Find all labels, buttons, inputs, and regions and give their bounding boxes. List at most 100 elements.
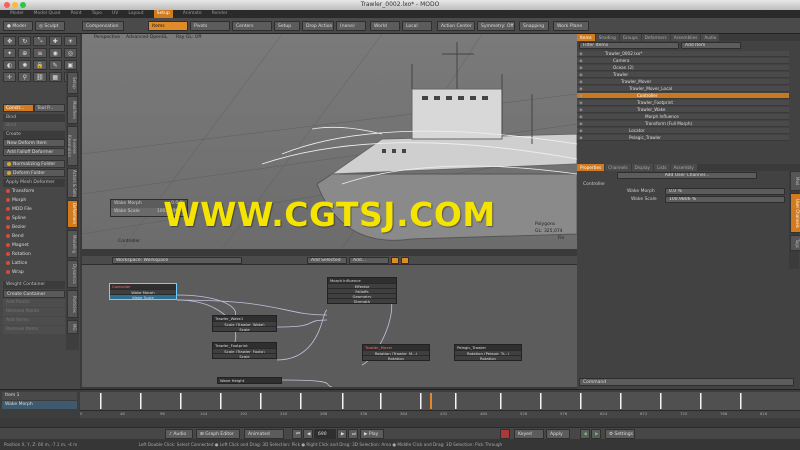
pivot-icon[interactable]: ◉	[48, 48, 62, 58]
visibility-eye-icon[interactable]: ◉	[577, 86, 585, 92]
add-node-dropdown[interactable]: Add...	[349, 257, 389, 264]
remove-points-button[interactable]: Remove Points	[3, 308, 65, 316]
node-pelagic-trawler[interactable]: Pelagic_Trawler Rotation (Pelagic_Tr...)…	[454, 344, 522, 361]
tab-display[interactable]: Display	[631, 164, 653, 171]
tab-groups[interactable]: Groups	[619, 34, 641, 41]
minimize-window-button[interactable]	[12, 2, 18, 8]
visibility-eye-icon[interactable]: ◉	[577, 107, 585, 113]
tab-tool-properties[interactable]: Tool P...	[34, 104, 65, 112]
paint-icon[interactable]: ✎	[48, 60, 62, 70]
deformer-magnet[interactable]: Magnet	[3, 242, 65, 250]
timeline-ruler[interactable]: 0 48 96 144 192 240 288 336 384 432 480 528 576 624 67…	[80, 410, 800, 418]
key-icon[interactable]: ◆	[580, 429, 590, 439]
tab-model-quad[interactable]: Model Quad	[34, 10, 61, 18]
last-frame-icon[interactable]: ⏭	[348, 429, 358, 439]
add-falloff-deformer-select[interactable]: Add Falloff Deformer	[3, 148, 65, 156]
key-forward-icon[interactable]: ▶	[591, 429, 601, 439]
track-item[interactable]: Item 1	[2, 392, 77, 400]
light-icon[interactable]: ☀	[63, 36, 77, 46]
first-frame-icon[interactable]: ⏮	[292, 429, 302, 439]
visibility-eye-icon[interactable]: ◉	[577, 72, 585, 78]
normalizing-folder-button[interactable]: Normalizing Folder	[3, 160, 65, 168]
snap-icon[interactable]: ⊕	[18, 48, 32, 58]
add-selected-button[interactable]: Add Selected	[307, 257, 347, 264]
wake-morph-field[interactable]: 0.0 %	[665, 188, 785, 195]
cube-icon[interactable]: ▣	[63, 60, 77, 70]
work-plane-menu[interactable]: Work Plane	[553, 21, 589, 31]
tab-topo[interactable]: Topo	[92, 10, 102, 18]
add-items-button[interactable]: Add Items	[3, 317, 65, 325]
tab-paint[interactable]: Paint	[70, 10, 81, 18]
align-icon[interactable]: ≡	[33, 48, 47, 58]
visibility-eye-icon[interactable]: ◉	[577, 65, 585, 71]
settings-button[interactable]: ⚙ Settings	[605, 429, 635, 439]
vtab-modeling[interactable]: Modeling	[67, 230, 78, 258]
symmetry-menu[interactable]: Symmetry: Off	[477, 21, 515, 31]
tab-shading[interactable]: Shading	[595, 34, 619, 41]
tab-model[interactable]: Model	[10, 10, 24, 18]
vtab-dynamics[interactable]: Dynamics	[67, 260, 78, 288]
schematic-options-icon[interactable]	[391, 257, 399, 264]
node-trawler-wake1[interactable]: Trawler_Wake1 Scale (Trawler_Wake) Scale	[212, 315, 277, 332]
sculpt-button[interactable]: ◎ Sculpt	[35, 21, 65, 31]
filter-items-input[interactable]: Filter Items	[579, 42, 679, 49]
item-tree-row[interactable]: ◉ Morph Influence	[577, 114, 789, 120]
animated-select[interactable]: Animated	[244, 429, 284, 439]
vtab-deformers[interactable]: Deformers	[67, 200, 78, 228]
visibility-eye-icon[interactable]: ◉	[577, 100, 585, 106]
apply-button[interactable]: Apply	[546, 429, 570, 439]
chain-icon[interactable]: ⛓	[33, 72, 47, 82]
lock-icon[interactable]: 🔒	[33, 60, 47, 70]
joint-icon[interactable]: ⚲	[18, 72, 32, 82]
deform-folder-button[interactable]: Deform Folder	[3, 169, 65, 177]
visibility-eye-icon[interactable]: ◉	[577, 121, 585, 127]
element-move-icon[interactable]: ✦	[3, 48, 17, 58]
deformer-mdd-file[interactable]: MDD File	[3, 206, 65, 214]
deformer-bezier[interactable]: Bezier	[3, 224, 65, 232]
next-frame-icon[interactable]: ▶	[337, 429, 347, 439]
rotate-icon[interactable]: ↻	[18, 36, 32, 46]
item-tree-row[interactable]: ◉ Pelagic_Trawler	[577, 135, 789, 141]
record-icon[interactable]	[500, 429, 510, 439]
item-tree-row[interactable]: ◉ Trawler_Mover_Local	[577, 86, 789, 92]
tab-setup[interactable]: Setup	[153, 10, 173, 18]
graph-editor-button[interactable]: ⊞ Graph Editor	[196, 429, 240, 439]
schematic-settings-icon[interactable]	[401, 257, 409, 264]
model-button[interactable]: ● Model	[3, 21, 33, 31]
tab-deformers[interactable]: Deformers	[641, 34, 670, 41]
deformer-spline[interactable]: Spline	[3, 215, 65, 223]
vtab-mg[interactable]: MG	[67, 320, 78, 334]
tab-layout[interactable]: Layout	[128, 10, 143, 18]
add-item-button[interactable]: Add Item	[681, 42, 741, 49]
item-tree-row[interactable]: ◉ Trawler_Mover	[577, 79, 789, 85]
action-center-menu[interactable]: Action Center	[437, 21, 475, 31]
visibility-eye-icon[interactable]: ◉	[577, 58, 585, 64]
visibility-eye-icon[interactable]: ◉	[577, 114, 585, 120]
vtab-user-channels[interactable]: User Channels	[790, 193, 800, 233]
command-input[interactable]: Command	[579, 378, 794, 386]
tab-channels[interactable]: Channels	[605, 164, 631, 171]
vtab-inverse-kinematics[interactable]: Inverse Kinematics	[67, 126, 78, 166]
tab-constraints[interactable]: Constr...	[3, 104, 34, 112]
item-tree-row[interactable]: ◉ Trawler_Wake	[577, 107, 789, 113]
falloff-icon[interactable]: ◐	[3, 60, 17, 70]
visibility-eye-icon[interactable]: ◉	[577, 135, 585, 141]
item-tree-row[interactable]: ◉ Ocean (2)	[577, 65, 789, 71]
node-controller[interactable]: Controller Wake Morph Wake Scale	[109, 283, 177, 300]
tab-items[interactable]: Items	[577, 34, 595, 41]
locator-icon[interactable]: ✛	[3, 72, 17, 82]
tab-assemblies[interactable]: Assemblies	[670, 34, 701, 41]
vtab-particles[interactable]: Particles	[67, 290, 78, 318]
tab-properties[interactable]: Properties	[577, 164, 605, 171]
vtab-tags[interactable]: Tags	[790, 235, 800, 251]
audio-button[interactable]: ♪ Audio	[165, 429, 193, 439]
node-wave-height[interactable]: Wave Height	[217, 377, 282, 384]
new-deform-item-select[interactable]: New Deform Item	[3, 139, 65, 147]
visibility-eye-icon[interactable]: ◉	[577, 93, 585, 99]
vtab-modifiers[interactable]: Modifiers	[67, 96, 78, 124]
snapping-toggle[interactable]: Snapping	[519, 21, 549, 31]
visibility-eye-icon[interactable]: ◉	[577, 51, 585, 57]
deformer-bend[interactable]: Bend	[3, 233, 65, 241]
tab-lists[interactable]: Lists	[653, 164, 670, 171]
item-tree-row[interactable]: ◉ Transform (Full Morph)	[577, 121, 789, 127]
